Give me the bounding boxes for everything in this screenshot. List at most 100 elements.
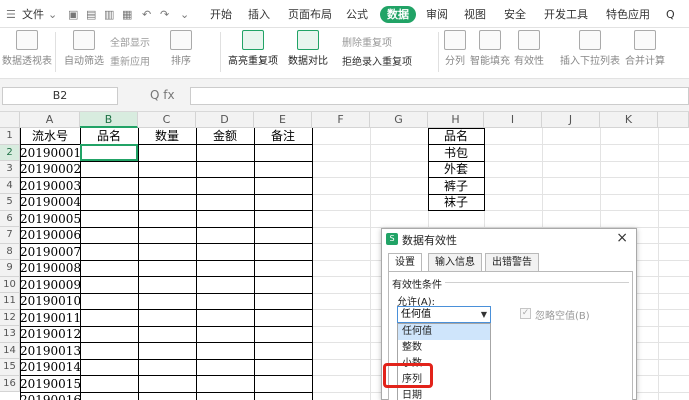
tab-input-message[interactable]: 输入信息 — [428, 253, 482, 271]
quick-access-more-icon[interactable]: ⌄ — [180, 8, 189, 21]
search-icon[interactable]: Q — [666, 6, 675, 23]
cell-serial[interactable]: 20190013 — [20, 343, 80, 359]
cell-serial[interactable]: 20190014 — [20, 359, 80, 375]
dropdown-option-integer[interactable]: 整数 — [398, 340, 490, 356]
dropdown-option-date[interactable]: 日期 — [398, 388, 490, 400]
cell-serial[interactable]: 20190005 — [20, 211, 80, 227]
column-header-b[interactable]: B — [80, 112, 138, 128]
pivot-table-button[interactable]: 数据透视表 — [2, 30, 52, 67]
save-icon[interactable]: ▣ — [68, 8, 78, 21]
chevron-down-icon[interactable]: ⌄ — [48, 8, 57, 21]
reapply-button[interactable]: 重新应用 — [110, 53, 150, 68]
column-header-g[interactable]: G — [370, 112, 428, 128]
cell-serial[interactable]: 20190007 — [20, 244, 80, 260]
name-box[interactable]: B2 — [2, 87, 118, 105]
formula-input[interactable] — [190, 87, 689, 105]
cell-e1[interactable]: 备注 — [254, 128, 312, 144]
cell-h-list[interactable]: 外套 — [428, 161, 484, 177]
insert-dropdown-button[interactable]: 插入下拉列表 — [560, 30, 620, 67]
cell-h-list[interactable]: 品名 — [428, 128, 484, 144]
tab-settings[interactable]: 设置 — [388, 253, 422, 272]
column-header-extra[interactable] — [658, 112, 689, 128]
column-header-e[interactable]: E — [254, 112, 312, 128]
cell-c1[interactable]: 数量 — [138, 128, 196, 144]
smart-fill-button[interactable]: 智能填充 — [470, 30, 510, 67]
row-header[interactable]: 4 — [0, 177, 20, 194]
cell-serial[interactable]: 20190009 — [20, 277, 80, 293]
row-header[interactable]: 14 — [0, 342, 20, 359]
selected-cell-b2[interactable] — [80, 144, 138, 161]
menu-data[interactable]: 数据 — [380, 6, 416, 23]
close-icon[interactable]: × — [616, 230, 628, 246]
autofilter-button[interactable]: 自动筛选 — [64, 30, 104, 67]
print-icon[interactable]: ▥ — [104, 8, 114, 21]
column-header-j[interactable]: J — [542, 112, 600, 128]
column-header-k[interactable]: K — [600, 112, 658, 128]
menu-security[interactable]: 安全 — [504, 6, 526, 23]
cell-serial[interactable]: 20190001 — [20, 145, 80, 161]
menu-developer[interactable]: 开发工具 — [544, 6, 588, 23]
menu-view[interactable]: 视图 — [464, 6, 486, 23]
column-header-d[interactable]: D — [196, 112, 254, 128]
data-compare-button[interactable]: 数据对比 — [288, 30, 328, 67]
export-icon[interactable]: ▤ — [86, 8, 96, 21]
cell-serial[interactable]: 20190004 — [20, 194, 80, 210]
row-header[interactable]: 13 — [0, 326, 20, 343]
menu-review[interactable]: 审阅 — [426, 6, 448, 23]
ignore-blank-checkbox[interactable]: ✓ — [520, 308, 531, 319]
row-header[interactable]: 1 — [0, 128, 20, 145]
select-all-corner[interactable] — [0, 112, 20, 128]
cell-serial[interactable]: 20190003 — [20, 178, 80, 194]
cell-serial[interactable]: 20190012 — [20, 326, 80, 342]
tab-error-alert[interactable]: 出错警告 — [485, 253, 539, 271]
cell-h-list[interactable]: 书包 — [428, 145, 484, 161]
row-header[interactable]: 15 — [0, 359, 20, 376]
menu-file[interactable]: 文件 — [22, 6, 44, 23]
fx-icon[interactable]: Q fx — [150, 88, 175, 102]
row-header[interactable]: 5 — [0, 194, 20, 211]
menu-features[interactable]: 特色应用 — [606, 6, 650, 23]
preview-icon[interactable]: ▦ — [122, 8, 132, 21]
cell-h-list[interactable]: 裤子 — [428, 178, 484, 194]
row-header[interactable]: 10 — [0, 276, 20, 293]
split-column-button[interactable]: 分列 — [444, 30, 466, 67]
menu-formula[interactable]: 公式 — [346, 6, 368, 23]
row-header[interactable]: 12 — [0, 309, 20, 326]
undo-icon[interactable]: ↶ — [142, 8, 151, 21]
cell-serial[interactable]: 20190002 — [20, 161, 80, 177]
cell-serial[interactable]: 20190008 — [20, 260, 80, 276]
cell-a1[interactable]: 流水号 — [20, 128, 80, 144]
column-header-i[interactable]: I — [484, 112, 542, 128]
row-header[interactable]: 2 — [0, 144, 20, 161]
row-header[interactable]: 11 — [0, 293, 20, 310]
delete-duplicates-button[interactable]: 删除重复项 — [342, 34, 392, 49]
menu-page-layout[interactable]: 页面布局 — [288, 6, 332, 23]
cell-d1[interactable]: 金额 — [196, 128, 254, 144]
cell-b1[interactable]: 品名 — [80, 128, 138, 144]
cell-serial[interactable]: 20190016 — [20, 392, 80, 400]
row-header[interactable]: 9 — [0, 260, 20, 277]
validity-button[interactable]: 有效性 — [514, 30, 544, 67]
cell-h-list[interactable]: 袜子 — [428, 194, 484, 210]
column-header-a[interactable]: A — [20, 112, 80, 128]
menu-home[interactable]: 开始 — [210, 6, 232, 23]
row-header[interactable]: 16 — [0, 375, 20, 392]
reject-duplicates-button[interactable]: 拒绝录入重复项 — [342, 53, 412, 68]
column-header-f[interactable]: F — [312, 112, 370, 128]
highlight-duplicates-button[interactable]: 高亮重复项 — [228, 30, 278, 67]
row-header[interactable]: 6 — [0, 210, 20, 227]
menu-insert[interactable]: 插入 — [248, 6, 270, 23]
show-all-button[interactable]: 全部显示 — [110, 34, 150, 49]
dropdown-arrow-icon[interactable]: ▼ — [481, 307, 487, 322]
cell-serial[interactable]: 20190006 — [20, 227, 80, 243]
consolidate-button[interactable]: 合并计算 — [625, 30, 665, 67]
menu-icon[interactable]: ☰ — [6, 8, 16, 21]
dropdown-option-any[interactable]: 任何值 — [398, 324, 490, 340]
allow-select[interactable]: 任何值 ▼ — [397, 306, 491, 323]
column-header-h[interactable]: H — [428, 112, 484, 128]
cell-serial[interactable]: 20190011 — [20, 310, 80, 326]
redo-icon[interactable]: ↷ — [160, 8, 169, 21]
row-header[interactable]: 7 — [0, 227, 20, 244]
row-header[interactable]: 3 — [0, 161, 20, 178]
row-header[interactable]: 8 — [0, 243, 20, 260]
